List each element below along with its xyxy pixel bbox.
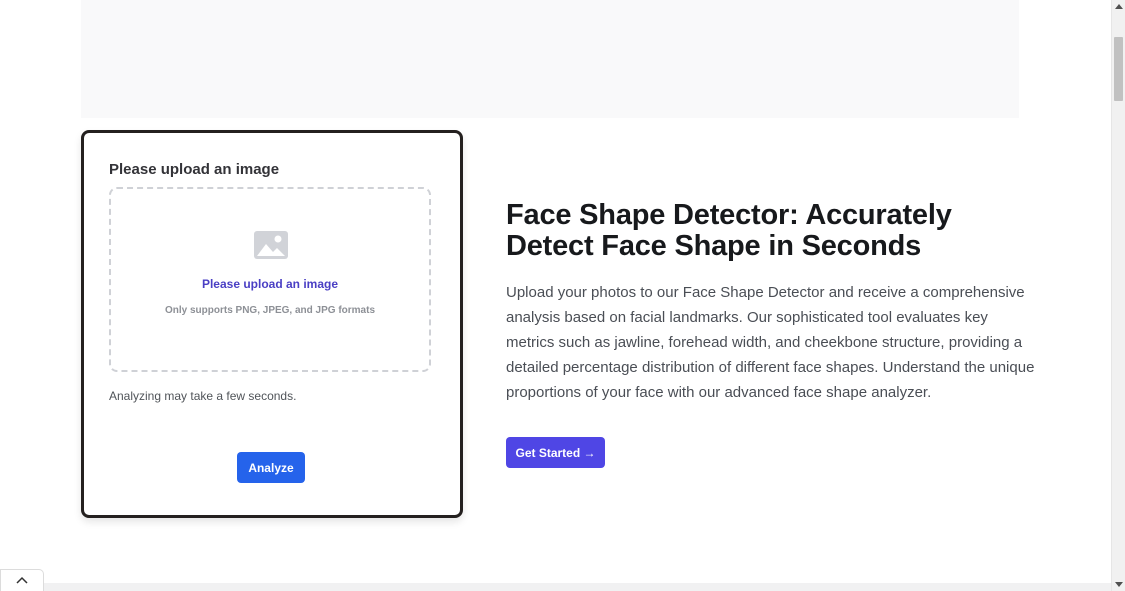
image-dropzone[interactable]: Please upload an image Only supports PNG… — [109, 187, 431, 372]
upload-card: Please upload an image Please upload an … — [81, 130, 463, 518]
scroll-down-arrow-icon[interactable] — [1115, 582, 1123, 587]
dropzone-primary-text: Please upload an image — [201, 277, 339, 291]
get-started-button[interactable]: Get Started → — [506, 437, 605, 468]
scroll-to-top-button[interactable] — [0, 569, 44, 591]
vertical-scrollbar[interactable] — [1111, 0, 1125, 591]
bottom-section-edge — [0, 583, 1111, 591]
scrollbar-thumb[interactable] — [1114, 37, 1123, 101]
image-icon — [254, 231, 288, 259]
analyze-button[interactable]: Analyze — [237, 452, 305, 483]
chevron-up-icon — [16, 576, 28, 584]
hero-description: Upload your photos to our Face Shape Det… — [506, 284, 1035, 401]
top-image-placeholder — [81, 0, 1019, 118]
scroll-up-arrow-icon[interactable] — [1115, 4, 1123, 9]
upload-card-title: Please upload an image — [109, 161, 280, 178]
hero-heading: Face Shape Detector: Accurately Detect F… — [506, 199, 952, 262]
analyzing-note: Analyzing may take a few seconds. — [109, 389, 297, 403]
dropzone-format-hint: Only supports PNG, JPEG, and JPG formats — [164, 305, 376, 316]
page-viewport: Please upload an image Please upload an … — [0, 0, 1125, 591]
